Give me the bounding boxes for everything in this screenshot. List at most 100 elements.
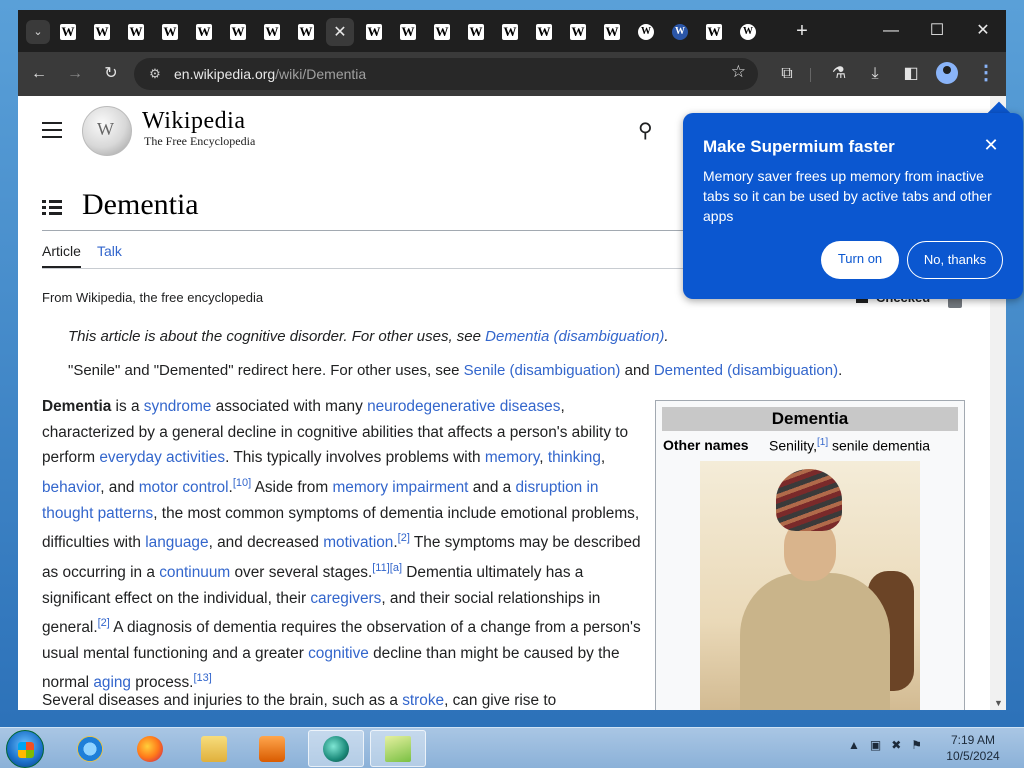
site-info-icon[interactable]: ⚙ xyxy=(144,64,166,84)
browser-tab[interactable]: W xyxy=(700,18,728,46)
browser-tab[interactable]: W xyxy=(292,18,320,46)
forward-button[interactable]: → xyxy=(62,61,88,87)
wikipedia-wordmark[interactable]: Wikipedia xyxy=(142,108,246,135)
article-link[interactable]: continuum xyxy=(159,564,230,581)
citation-ref[interactable]: [10] xyxy=(233,477,251,489)
article-link[interactable]: aging xyxy=(93,675,131,692)
article-link[interactable]: cognitive xyxy=(308,645,369,662)
browser-tab[interactable]: W xyxy=(462,18,490,46)
popup-title: Make Supermium faster xyxy=(703,137,895,156)
bookmark-star-icon[interactable]: ☆ xyxy=(731,62,746,82)
search-icon[interactable]: ⚲ xyxy=(638,118,653,143)
browser-tab[interactable]: W xyxy=(734,18,762,46)
taskbar-firefox[interactable] xyxy=(122,730,178,767)
taskbar-file-explorer[interactable] xyxy=(186,730,242,767)
taskbar-editor[interactable] xyxy=(370,730,426,767)
flag-icon[interactable]: ⚑ xyxy=(911,738,922,752)
browser-tab[interactable]: W xyxy=(122,18,150,46)
tray-expand-icon[interactable]: ▲ xyxy=(848,738,860,752)
infobox-value-a[interactable]: Senility, xyxy=(769,438,817,454)
browser-tab[interactable]: W xyxy=(394,18,422,46)
article-link[interactable]: language xyxy=(145,534,208,551)
browser-tab[interactable]: W xyxy=(88,18,116,46)
article-link[interactable]: neurodegenerative diseases xyxy=(367,398,560,415)
new-tab-button[interactable]: + xyxy=(790,20,814,44)
browser-tab[interactable]: W xyxy=(54,18,82,46)
browser-tab[interactable]: W xyxy=(632,18,660,46)
downloads-icon[interactable]: ⤓ xyxy=(862,61,888,87)
start-button[interactable] xyxy=(6,730,44,768)
article-link[interactable]: memory impairment xyxy=(332,479,468,496)
citation-ref[interactable]: [2] xyxy=(398,532,410,544)
side-panel-icon[interactable]: ◧ xyxy=(898,61,924,87)
infobox-image-elderly-man[interactable] xyxy=(700,461,920,710)
infobox-title: Dementia xyxy=(662,407,958,431)
address-bar[interactable]: ⚙ en.wikipedia.org/wiki/Dementia ☆ xyxy=(134,58,758,90)
article-link[interactable]: syndrome xyxy=(144,398,212,415)
link-dementia-disambiguation[interactable]: Dementia (disambiguation) xyxy=(485,328,664,345)
browser-tab[interactable]: W xyxy=(666,18,694,46)
turn-on-button[interactable]: Turn on xyxy=(821,241,899,279)
taskbar-media-player[interactable] xyxy=(244,730,300,767)
link-stroke[interactable]: stroke xyxy=(402,692,444,709)
labs-flask-icon[interactable]: ⚗ xyxy=(826,61,852,87)
browser-tab[interactable]: W xyxy=(190,18,218,46)
browser-tab[interactable]: W xyxy=(530,18,558,46)
article-link[interactable]: thinking xyxy=(548,449,601,466)
article-link[interactable]: caregivers xyxy=(310,590,381,607)
network-icon[interactable]: ▣ xyxy=(870,738,881,752)
no-thanks-button[interactable]: No, thanks xyxy=(907,241,1003,279)
reload-button[interactable]: ↻ xyxy=(98,61,124,87)
scroll-down-arrow-icon[interactable]: ▼ xyxy=(994,698,1003,708)
tab-close-icon[interactable]: ✕ xyxy=(333,22,346,42)
article-link[interactable]: motor control xyxy=(139,479,229,496)
table-of-contents-icon[interactable] xyxy=(42,200,62,218)
citation-ref[interactable]: [11][a] xyxy=(372,562,402,574)
article-text: , and decreased xyxy=(208,534,324,552)
tab-active[interactable]: ✕ xyxy=(326,18,354,46)
link-demented-disambiguation[interactable]: Demented (disambiguation) xyxy=(654,362,838,379)
infobox-ref[interactable]: [1] xyxy=(817,437,828,448)
browser-tab[interactable]: W xyxy=(428,18,456,46)
wikipedia-logo[interactable] xyxy=(82,106,132,156)
browser-toolbar: ← → ↻ ⚙ en.wikipedia.org/wiki/Dementia ☆… xyxy=(18,52,1006,96)
browser-tab[interactable]: W xyxy=(496,18,524,46)
article-link[interactable]: everyday activities xyxy=(99,449,225,466)
browser-tab[interactable]: W xyxy=(360,18,388,46)
main-menu-icon[interactable] xyxy=(42,122,62,143)
browser-tab[interactable]: W xyxy=(564,18,592,46)
wikipedia-favicon-icon: W xyxy=(366,24,382,40)
close-window-button[interactable]: ✕ xyxy=(968,18,998,44)
citation-ref[interactable]: [2] xyxy=(98,617,110,629)
popup-close-icon[interactable]: ✕ xyxy=(981,135,1001,156)
browser-tab[interactable]: W xyxy=(258,18,286,46)
article-text: . This typically involves problems with xyxy=(225,449,485,467)
tab-talk[interactable]: Talk xyxy=(97,243,122,259)
browser-tab[interactable]: W xyxy=(598,18,626,46)
article-link[interactable]: memory xyxy=(485,449,539,466)
taskbar-clock[interactable]: 7:19 AM 10/5/2024 xyxy=(938,732,1008,764)
wikipedia-favicon-icon: W xyxy=(94,24,110,40)
article-second-paragraph: Several diseases and injuries to the bra… xyxy=(42,692,642,710)
maximize-button[interactable]: ☐ xyxy=(922,18,952,44)
tab-search-button[interactable]: ⌄ xyxy=(26,20,50,44)
article-link[interactable]: behavior xyxy=(42,479,100,496)
taskbar-internet-explorer[interactable] xyxy=(62,730,118,767)
volume-muted-icon[interactable]: ✖ xyxy=(891,738,901,752)
taskbar-browser[interactable] xyxy=(308,730,364,767)
link-senile-disambiguation[interactable]: Senile (disambiguation) xyxy=(464,362,621,379)
article-link[interactable]: motivation xyxy=(323,534,393,551)
url-text[interactable]: en.wikipedia.org/wiki/Dementia xyxy=(174,66,366,82)
browser-menu-icon[interactable]: ⋮ xyxy=(976,61,996,87)
profile-avatar-icon[interactable] xyxy=(936,62,958,84)
minimize-button[interactable]: — xyxy=(876,18,906,44)
back-button[interactable]: ← xyxy=(26,61,52,87)
browser-tab[interactable]: W xyxy=(156,18,184,46)
wikipedia-favicon-icon: W xyxy=(128,24,144,40)
tab-article[interactable]: Article xyxy=(42,243,81,268)
browser-tab[interactable]: W xyxy=(224,18,252,46)
wikipedia-favicon-icon: W xyxy=(434,24,450,40)
extensions-icon[interactable]: ⧉ xyxy=(774,61,800,87)
citation-ref[interactable]: [13] xyxy=(193,672,211,684)
clock-date: 10/5/2024 xyxy=(946,749,1000,763)
